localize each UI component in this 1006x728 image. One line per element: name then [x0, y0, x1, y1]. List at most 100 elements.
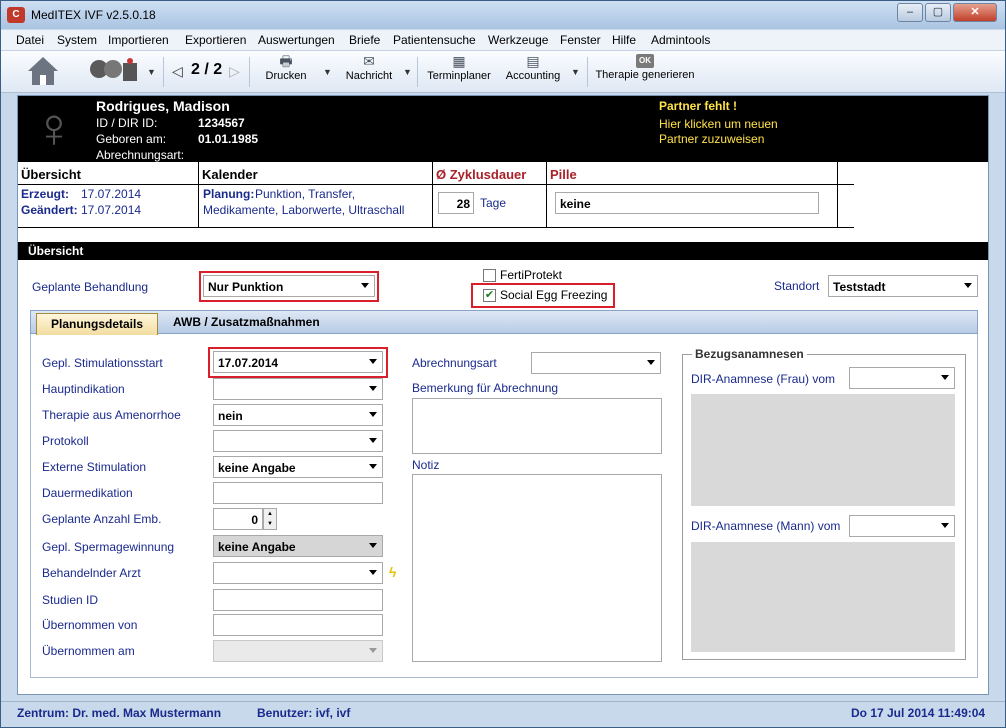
toolbar-separator	[417, 57, 418, 87]
accounting-label: Accounting	[505, 70, 561, 82]
planned-treatment-label: Geplante Behandlung	[32, 280, 149, 294]
external-stimulation-select[interactable]: keine Angabe	[213, 456, 383, 478]
menu-fenster[interactable]: Fenster	[560, 33, 601, 47]
menu-admintools[interactable]: Admintools	[651, 33, 710, 47]
amenorrhea-therapy-select[interactable]: nein	[213, 404, 383, 426]
summary-calendar-col[interactable]: Kalender Planung: Punktion, Transfer, Me…	[199, 162, 433, 228]
status-bar: Zentrum: Dr. med. Max Mustermann Benutze…	[1, 701, 1005, 727]
maximize-button[interactable]: ▢	[925, 3, 951, 22]
summary-overview-col: Übersicht Erzeugt: 17.07.2014 Geändert: …	[18, 162, 199, 228]
planning-text: Punktion, Transfer,	[255, 187, 356, 201]
accounting-button[interactable]: ▤ Accounting	[503, 53, 563, 82]
created-label: Erzeugt:	[21, 187, 69, 201]
anamnesis-male-label: DIR-Anamnese (Mann) vom	[691, 519, 841, 533]
patient-header: ♀ Rodrigues, Madison ID / DIR ID: 123456…	[18, 96, 988, 162]
calculator-icon: ▤	[526, 53, 540, 69]
menu-exportieren[interactable]: Exportieren	[185, 33, 246, 47]
main-indication-select[interactable]	[213, 378, 383, 400]
close-button[interactable]: ✕	[953, 3, 997, 22]
field-label: Studien ID	[42, 593, 99, 607]
accounting-dropdown-icon[interactable]: ▼	[571, 67, 580, 77]
anamnesis-female-preview	[691, 394, 955, 506]
scheduler-button[interactable]: ▦ Terminplaner	[426, 53, 492, 82]
menu-system[interactable]: System	[57, 33, 97, 47]
menu-werkzeuge[interactable]: Werkzeuge	[488, 33, 548, 47]
toolbar-separator	[163, 57, 164, 87]
lightning-icon[interactable]: ϟ	[389, 564, 396, 580]
menu-hilfe[interactable]: Hilfe	[612, 33, 636, 47]
menu-briefe[interactable]: Briefe	[349, 33, 380, 47]
birthdate-value: 01.01.1985	[198, 132, 259, 146]
anamnesis-male-preview	[691, 542, 955, 652]
permanent-medication-input[interactable]	[213, 482, 383, 504]
field-label: Protokoll	[42, 434, 89, 448]
sperm-retrieval-select[interactable]: keine Angabe	[213, 535, 383, 557]
chevron-down-icon	[369, 412, 377, 417]
planned-embryos-input[interactable]: 0	[213, 508, 263, 530]
menu-datei[interactable]: Datei	[16, 33, 44, 47]
pill-input[interactable]: keine	[555, 192, 819, 214]
location-select[interactable]: Teststadt	[828, 275, 978, 297]
summary-pill-col: Pille keine	[547, 162, 838, 228]
note-textarea[interactable]	[412, 474, 662, 662]
stepper-up-icon[interactable]: ▲	[264, 509, 276, 519]
planning-text-line2: Medikamente, Laborwerte, Ultraschall	[203, 203, 405, 217]
patients-button[interactable]	[85, 57, 141, 90]
pill-heading: Pille	[550, 167, 577, 182]
prev-page-icon[interactable]: ◁	[172, 63, 183, 80]
user-status: Benutzer: ivf, ivf	[257, 706, 351, 720]
cycle-length-input[interactable]: 28	[438, 192, 474, 214]
menu-importieren[interactable]: Importieren	[108, 33, 169, 47]
highlight-box	[471, 283, 615, 308]
menu-auswertungen[interactable]: Auswertungen	[258, 33, 335, 47]
minimize-button[interactable]: –	[897, 3, 923, 22]
billing-type-select[interactable]	[531, 352, 661, 374]
taken-over-from-input[interactable]	[213, 614, 383, 636]
message-dropdown-icon[interactable]: ▼	[403, 67, 412, 77]
cycle-heading: Ø Zyklusdauer	[436, 167, 527, 182]
patient-id-value: 1234567	[198, 116, 245, 130]
ferti-protekt-label: FertiProtekt	[500, 268, 563, 282]
physician-select[interactable]	[213, 562, 383, 584]
patients-dropdown-icon[interactable]: ▼	[147, 67, 156, 77]
generate-therapy-button[interactable]: OK Therapie generieren	[595, 53, 695, 81]
center-status: Zentrum: Dr. med. Max Mustermann	[17, 706, 222, 720]
tab-planning-details[interactable]: Planungsdetails	[36, 313, 158, 335]
sperm-retrieval-value: keine Angabe	[218, 540, 296, 554]
next-page-icon[interactable]: ▷	[229, 63, 240, 80]
anamnesis-male-select[interactable]	[849, 515, 955, 537]
field-label: Übernommen von	[42, 618, 138, 632]
message-button[interactable]: ✉ Nachricht	[343, 53, 395, 82]
tab-awb-measures[interactable]: AWB / Zusatzmaßnahmen	[173, 315, 320, 329]
field-label: Geplante Anzahl Emb.	[42, 512, 162, 526]
home-button[interactable]	[25, 55, 61, 90]
overview-section-header: Übersicht	[18, 242, 988, 260]
taken-over-date-select[interactable]	[213, 640, 383, 662]
assign-partner-link-line2[interactable]: Partner zuzuweisen	[659, 132, 764, 146]
billing-note-label: Bemerkung für Abrechnung	[412, 381, 559, 395]
print-dropdown-icon[interactable]: ▼	[323, 67, 332, 77]
menu-patientensuche[interactable]: Patientensuche	[393, 33, 476, 47]
study-id-input[interactable]	[213, 589, 383, 611]
chevron-down-icon	[369, 648, 377, 653]
partner-missing-text: Partner fehlt !	[659, 99, 738, 113]
changed-label: Geändert:	[21, 203, 78, 217]
chevron-down-icon	[369, 570, 377, 575]
planning-label: Planung:	[203, 187, 255, 201]
envelope-icon: ✉	[363, 53, 375, 69]
stepper-down-icon[interactable]: ▼	[264, 519, 276, 529]
embryos-stepper[interactable]: ▲ ▼	[263, 508, 277, 530]
protocol-select[interactable]	[213, 430, 383, 452]
billing-note-textarea[interactable]	[412, 398, 662, 454]
page-counter: 2 / 2	[191, 61, 223, 78]
patient-id-label: ID / DIR ID:	[96, 116, 158, 130]
chevron-down-icon	[941, 375, 949, 380]
print-button[interactable]: 🖶 Drucken	[263, 53, 309, 82]
chevron-down-icon	[647, 360, 655, 365]
field-label: Übernommen am	[42, 644, 135, 658]
chevron-down-icon	[369, 386, 377, 391]
assign-partner-link[interactable]: Hier klicken um neuen	[659, 117, 778, 131]
anamnesis-female-select[interactable]	[849, 367, 955, 389]
external-stimulation-value: keine Angabe	[218, 461, 296, 475]
ferti-protekt-checkbox[interactable]	[483, 269, 496, 282]
